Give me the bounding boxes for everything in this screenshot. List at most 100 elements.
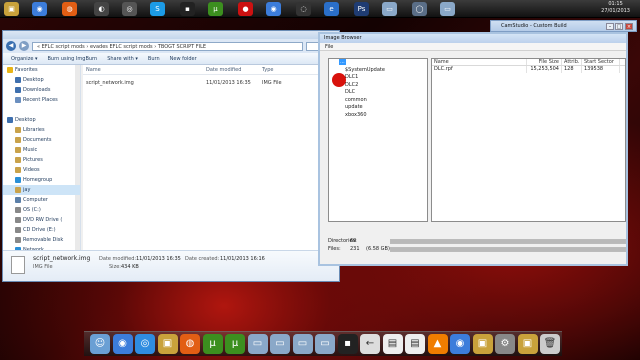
column-file-size[interactable]: File Size [527,59,562,65]
nav-item[interactable]: Favorites [3,65,80,75]
nav-item[interactable]: Documents [3,135,80,145]
photoshop-icon[interactable]: Ps [354,2,369,16]
burn-button[interactable]: Burn [148,56,160,62]
column-name[interactable]: Name [83,65,203,74]
skype-icon[interactable]: S [150,2,165,16]
steam-icon[interactable]: ◌ [296,2,311,16]
settings-icon[interactable]: ⚙ [495,334,515,354]
tree-node[interactable]: xbox360 [329,112,427,120]
record-icon[interactable]: ● [238,2,253,16]
camstudio-icon[interactable]: ◎ [122,2,137,16]
files-progress [390,246,626,252]
tree-node[interactable]: $SystemUpdate [329,67,427,75]
safari-icon[interactable]: ◎ [135,334,155,354]
document-icon[interactable]: ▤ [405,334,425,354]
nav-item[interactable]: Videos [3,165,80,175]
nav-item[interactable]: Homegroup [3,175,80,185]
nav-item-label: Computer [23,197,48,203]
nav-item-label: Downloads [23,87,51,93]
taskbar: ▣ ◉ ◍ ◐ ◎ S ▪ µ ● ◉ ◌ e Ps ▭ ◯ ▭ 01:15 2… [0,0,640,18]
folder-icon[interactable]: ▣ [4,2,19,16]
explorer-window: ◀ ▶ « EFLC script mods › evades EFLC scr… [2,30,340,282]
nav-item[interactable]: Desktop [3,75,80,85]
nav-item[interactable]: CD Drive (E:) [3,225,80,235]
burn-imgburn-button[interactable]: Burn using ImgBurn [48,56,98,62]
window-icon[interactable]: ▭ [292,334,313,354]
ie-icon[interactable]: e [324,2,339,16]
window-icon[interactable]: ▭ [382,2,397,16]
nav-item[interactable]: Removable Disk [3,235,80,245]
nav-item[interactable]: Music [3,145,80,155]
nav-item[interactable]: Recent Places [3,95,80,105]
explorer-titlebar[interactable] [3,31,339,39]
window-icon[interactable]: ▭ [247,334,268,354]
nav-item[interactable]: Libraries [3,125,80,135]
utorrent-icon[interactable]: µ [202,334,223,354]
explorer-navbar: ◀ ▶ « EFLC script mods › evades EFLC scr… [3,39,339,53]
image-browser-title[interactable]: Image Browser [320,34,626,43]
close-button[interactable]: × [625,23,633,30]
column-date[interactable]: Date modified [203,65,259,74]
nav-item[interactable]: jay [3,185,80,195]
usb-icon [15,237,21,243]
window-icon[interactable]: ▭ [440,2,455,16]
camstudio-title: CamStudio - Custom Build [501,23,567,29]
folder-icon[interactable]: ▣ [517,334,538,354]
chrome-icon[interactable]: ◉ [112,334,133,354]
maximize-button[interactable]: □ [615,23,623,30]
share-with-button[interactable]: Share with ▾ [107,56,138,62]
firefox-icon[interactable]: ◍ [62,2,77,16]
chrome-icon[interactable]: ◉ [266,2,281,16]
nav-item[interactable]: DVD RW Drive ( [3,215,80,225]
utorrent-icon[interactable]: µ [208,2,223,16]
chrome-icon[interactable]: ◉ [450,334,470,354]
document-icon[interactable]: ▤ [382,334,403,354]
column-name[interactable]: Name [432,59,527,65]
forward-icon[interactable]: ▶ [19,41,29,51]
tree-node[interactable]: DLC [329,89,427,97]
terminal-icon[interactable]: ▪ [337,334,358,354]
file-row[interactable]: script_network.img 11/01/2013 16:35 IMG … [83,78,339,88]
nav-item-label: Recent Places [23,97,58,103]
folder-icon[interactable]: ▣ [157,334,178,354]
tree-node[interactable]: update [329,104,427,112]
nav-item[interactable]: Downloads [3,85,80,95]
globe-icon[interactable]: ◯ [412,2,427,16]
nav-item[interactable]: Computer [3,195,80,205]
back-arrow-icon[interactable]: ← [360,334,380,354]
nav-item-label: Removable Disk [23,237,64,243]
new-folder-button[interactable]: New folder [170,56,197,62]
window-icon[interactable]: ▭ [270,334,290,354]
nav-item-label: Pictures [23,157,43,163]
nav-item[interactable]: OS (C:) [3,205,80,215]
finder-icon[interactable]: ☺ [90,334,110,354]
cd-icon [15,227,21,233]
back-icon[interactable]: ◀ [6,41,16,51]
table-row[interactable]: DLC.rpf 15,253,504 128 139538 [432,66,625,73]
media-icon[interactable]: ◐ [94,2,109,16]
column-start-sector[interactable]: Start Sector [582,59,620,65]
file-menu[interactable]: File [320,43,626,51]
nav-item[interactable]: Desktop [3,115,80,125]
details-modified-label: Date modified: [99,256,137,262]
terminal-icon[interactable]: ▪ [180,2,195,16]
tree-node[interactable]: ... [329,59,427,67]
camstudio-window[interactable]: CamStudio - Custom Build – □ × [490,20,637,32]
tree-node[interactable]: common [329,97,427,105]
column-type[interactable]: Type [259,65,319,74]
window-icon[interactable]: ▭ [315,334,335,354]
address-bar[interactable]: « EFLC script mods › evades EFLC script … [32,41,303,51]
column-attrib[interactable]: Attrib. [562,59,582,65]
chrome-icon[interactable]: ◉ [32,2,47,16]
desktop-icon [15,77,21,83]
vlc-icon[interactable]: ▲ [427,334,448,354]
nav-item[interactable]: Pictures [3,155,80,165]
utorrent-icon[interactable]: µ [225,334,245,354]
clock[interactable]: 01:15 27/01/2013 [601,1,630,15]
minimize-button[interactable]: – [606,23,614,30]
firefox-icon[interactable]: ◍ [180,334,200,354]
tree-node-label: DLC1 [345,74,359,80]
folder-icon[interactable]: ▣ [472,334,493,354]
trash-icon[interactable]: 🗑 [540,334,560,354]
organize-button[interactable]: Organize ▾ [11,56,38,62]
